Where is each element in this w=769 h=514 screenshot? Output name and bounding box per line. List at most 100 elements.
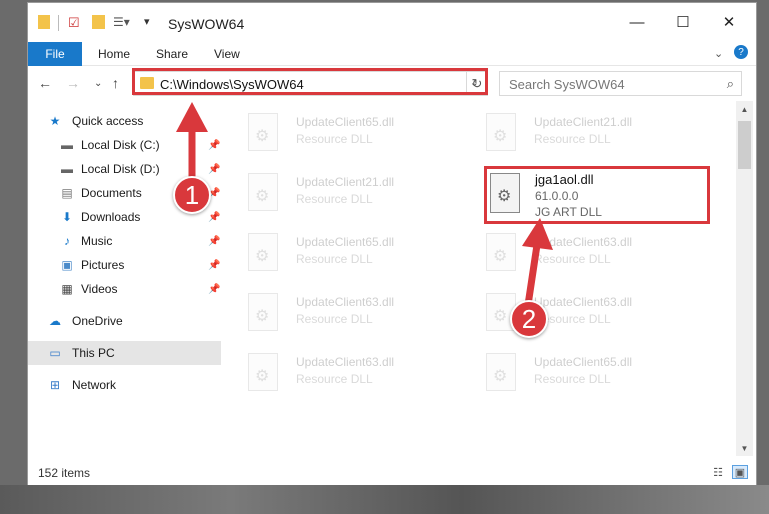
file-type: Resource DLL	[534, 372, 611, 386]
list-item[interactable]: UpdateClient21.dll Resource DLL	[466, 107, 686, 157]
dll-file-icon	[248, 293, 278, 331]
file-name: UpdateClient65.dll	[296, 115, 395, 129]
sidebar-item-label: Pictures	[81, 258, 125, 272]
file-type: Resource DLL	[534, 252, 611, 266]
close-button[interactable]: ✕	[706, 11, 752, 33]
status-bar: 152 items ☷ ▣	[28, 458, 756, 485]
list-item[interactable]: UpdateClient65.dll Resource DLL	[228, 107, 448, 157]
cloud-icon: ☁	[49, 314, 61, 328]
dll-file-icon	[248, 233, 278, 271]
file-type: Resource DLL	[296, 132, 373, 146]
sidebar-item-quick-access[interactable]: ★ Quick access	[28, 109, 221, 133]
list-item[interactable]: UpdateClient65.dll Resource DLL	[466, 347, 686, 397]
scrollbar-thumb[interactable]	[738, 121, 751, 169]
step-2-badge: 2	[510, 300, 548, 338]
item-count: 152 items	[38, 466, 91, 480]
file-type: Resource DLL	[296, 192, 373, 206]
list-item[interactable]: UpdateClient63.dll Resource DLL	[228, 347, 448, 397]
help-icon[interactable]: ?	[734, 45, 748, 59]
tab-share[interactable]: Share	[156, 47, 188, 61]
new-folder-icon[interactable]	[92, 15, 105, 29]
tab-file[interactable]: File	[28, 42, 82, 66]
file-version: 61.0.0.0	[535, 189, 579, 203]
tab-view[interactable]: View	[214, 47, 240, 61]
pin-icon: 📌	[208, 139, 221, 151]
title-bar: ☑ ☰▾ ▾ SysWOW64 — ☐ ✕	[28, 3, 756, 41]
sidebar-item-label: Documents	[81, 186, 142, 200]
file-type: JG ART DLL	[535, 205, 602, 219]
sidebar-item-onedrive[interactable]: ☁ OneDrive	[28, 309, 221, 333]
list-item[interactable]: UpdateClient63.dll Resource DLL	[228, 287, 448, 337]
navigation-pane: ★ Quick access ▬ Local Disk (C:) 📌 ▬ Loc…	[28, 101, 221, 456]
maximize-button[interactable]: ☐	[660, 11, 706, 33]
folder-icon	[38, 15, 50, 29]
sidebar-item-network[interactable]: ⊞ Network	[28, 373, 221, 397]
dll-file-icon	[486, 113, 516, 151]
sidebar-item-label: OneDrive	[72, 314, 123, 328]
search-input[interactable]: Search SysWOW64 ⌕	[499, 71, 742, 96]
dll-file-icon	[248, 113, 278, 151]
address-highlight-box	[132, 68, 488, 95]
customize-toolbar-icon[interactable]: ☰▾	[113, 15, 130, 31]
list-item[interactable]: UpdateClient65.dll Resource DLL	[228, 227, 448, 277]
highlighted-file-item[interactable]: jga1aol.dll 61.0.0.0 JG ART DLL	[484, 166, 710, 224]
toolbar-dropdown-icon[interactable]: ▾	[144, 15, 150, 31]
list-item[interactable]: UpdateClient63.dll Resource DLL	[466, 287, 686, 337]
dll-file-icon	[486, 353, 516, 391]
sidebar-item-music[interactable]: ♪ Music 📌	[28, 229, 221, 253]
desktop-background	[0, 485, 769, 514]
dll-file-icon	[248, 353, 278, 391]
search-icon: ⌕	[726, 76, 734, 91]
file-name: UpdateClient65.dll	[296, 235, 395, 249]
minimize-button[interactable]: —	[614, 11, 660, 33]
properties-icon[interactable]: ☑	[68, 15, 80, 31]
up-arrow-icon[interactable]: ↑	[112, 75, 119, 91]
sidebar-item-label: Local Disk (D:)	[81, 162, 160, 176]
vertical-scrollbar[interactable]: ▲ ▼	[736, 101, 753, 456]
sidebar-item-label: Quick access	[72, 114, 144, 128]
details-view-icon[interactable]: ☷	[710, 465, 726, 479]
expand-ribbon-icon[interactable]: ⌄	[714, 47, 723, 60]
sidebar-item-label: Local Disk (C:)	[81, 138, 160, 152]
list-item[interactable]: UpdateClient21.dll Resource DLL	[228, 167, 448, 217]
scroll-up-icon[interactable]: ▲	[736, 101, 753, 117]
sidebar-item-label: This PC	[72, 346, 115, 360]
scroll-down-icon[interactable]: ▼	[736, 440, 753, 456]
file-name: UpdateClient63.dll	[534, 235, 633, 249]
search-placeholder: Search SysWOW64	[509, 77, 625, 92]
tiles-view-icon[interactable]: ▣	[732, 465, 748, 479]
sidebar-item-label: Videos	[81, 282, 118, 296]
sidebar-item-label: Downloads	[81, 210, 141, 224]
list-item[interactable]: UpdateClient63.dll Resource DLL	[466, 227, 686, 277]
dll-file-icon	[490, 173, 520, 213]
sidebar-item-label: Network	[72, 378, 117, 392]
sidebar-item-local-disk-c[interactable]: ▬ Local Disk (C:) 📌	[28, 133, 221, 157]
divider	[58, 15, 59, 31]
file-name: UpdateClient63.dll	[534, 295, 633, 309]
file-name: UpdateClient21.dll	[534, 115, 633, 129]
pictures-icon: ▣	[61, 258, 73, 272]
back-arrow-icon[interactable]: ←	[38, 75, 52, 91]
file-name: UpdateClient21.dll	[296, 175, 395, 189]
file-type: Resource DLL	[534, 132, 611, 146]
forward-arrow-icon[interactable]: →	[66, 75, 80, 91]
download-icon: ⬇	[61, 210, 73, 224]
tab-home[interactable]: Home	[98, 47, 130, 61]
computer-icon: ▭	[49, 346, 61, 360]
sidebar-item-this-pc[interactable]: ▭ This PC	[28, 341, 221, 365]
window-title: SysWOW64	[168, 16, 245, 32]
videos-icon: ▦	[61, 282, 73, 296]
file-name: UpdateClient65.dll	[534, 355, 633, 369]
music-icon: ♪	[64, 234, 70, 248]
file-type: Resource DLL	[296, 252, 373, 266]
drive-icon: ▬	[61, 138, 73, 152]
file-name: UpdateClient63.dll	[296, 355, 395, 369]
recent-locations-icon[interactable]: ⌄	[94, 78, 102, 89]
sidebar-item-pictures[interactable]: ▣ Pictures 📌	[28, 253, 221, 277]
pin-icon: 📌	[208, 235, 221, 247]
ribbon: File Home Share View ⌄ ?	[28, 41, 756, 66]
file-list: UpdateClient65.dll Resource DLL UpdateCl…	[228, 101, 736, 456]
sidebar-item-videos[interactable]: ▦ Videos 📌	[28, 277, 221, 301]
pin-icon: 📌	[208, 259, 221, 271]
documents-icon: ▤	[61, 186, 73, 200]
